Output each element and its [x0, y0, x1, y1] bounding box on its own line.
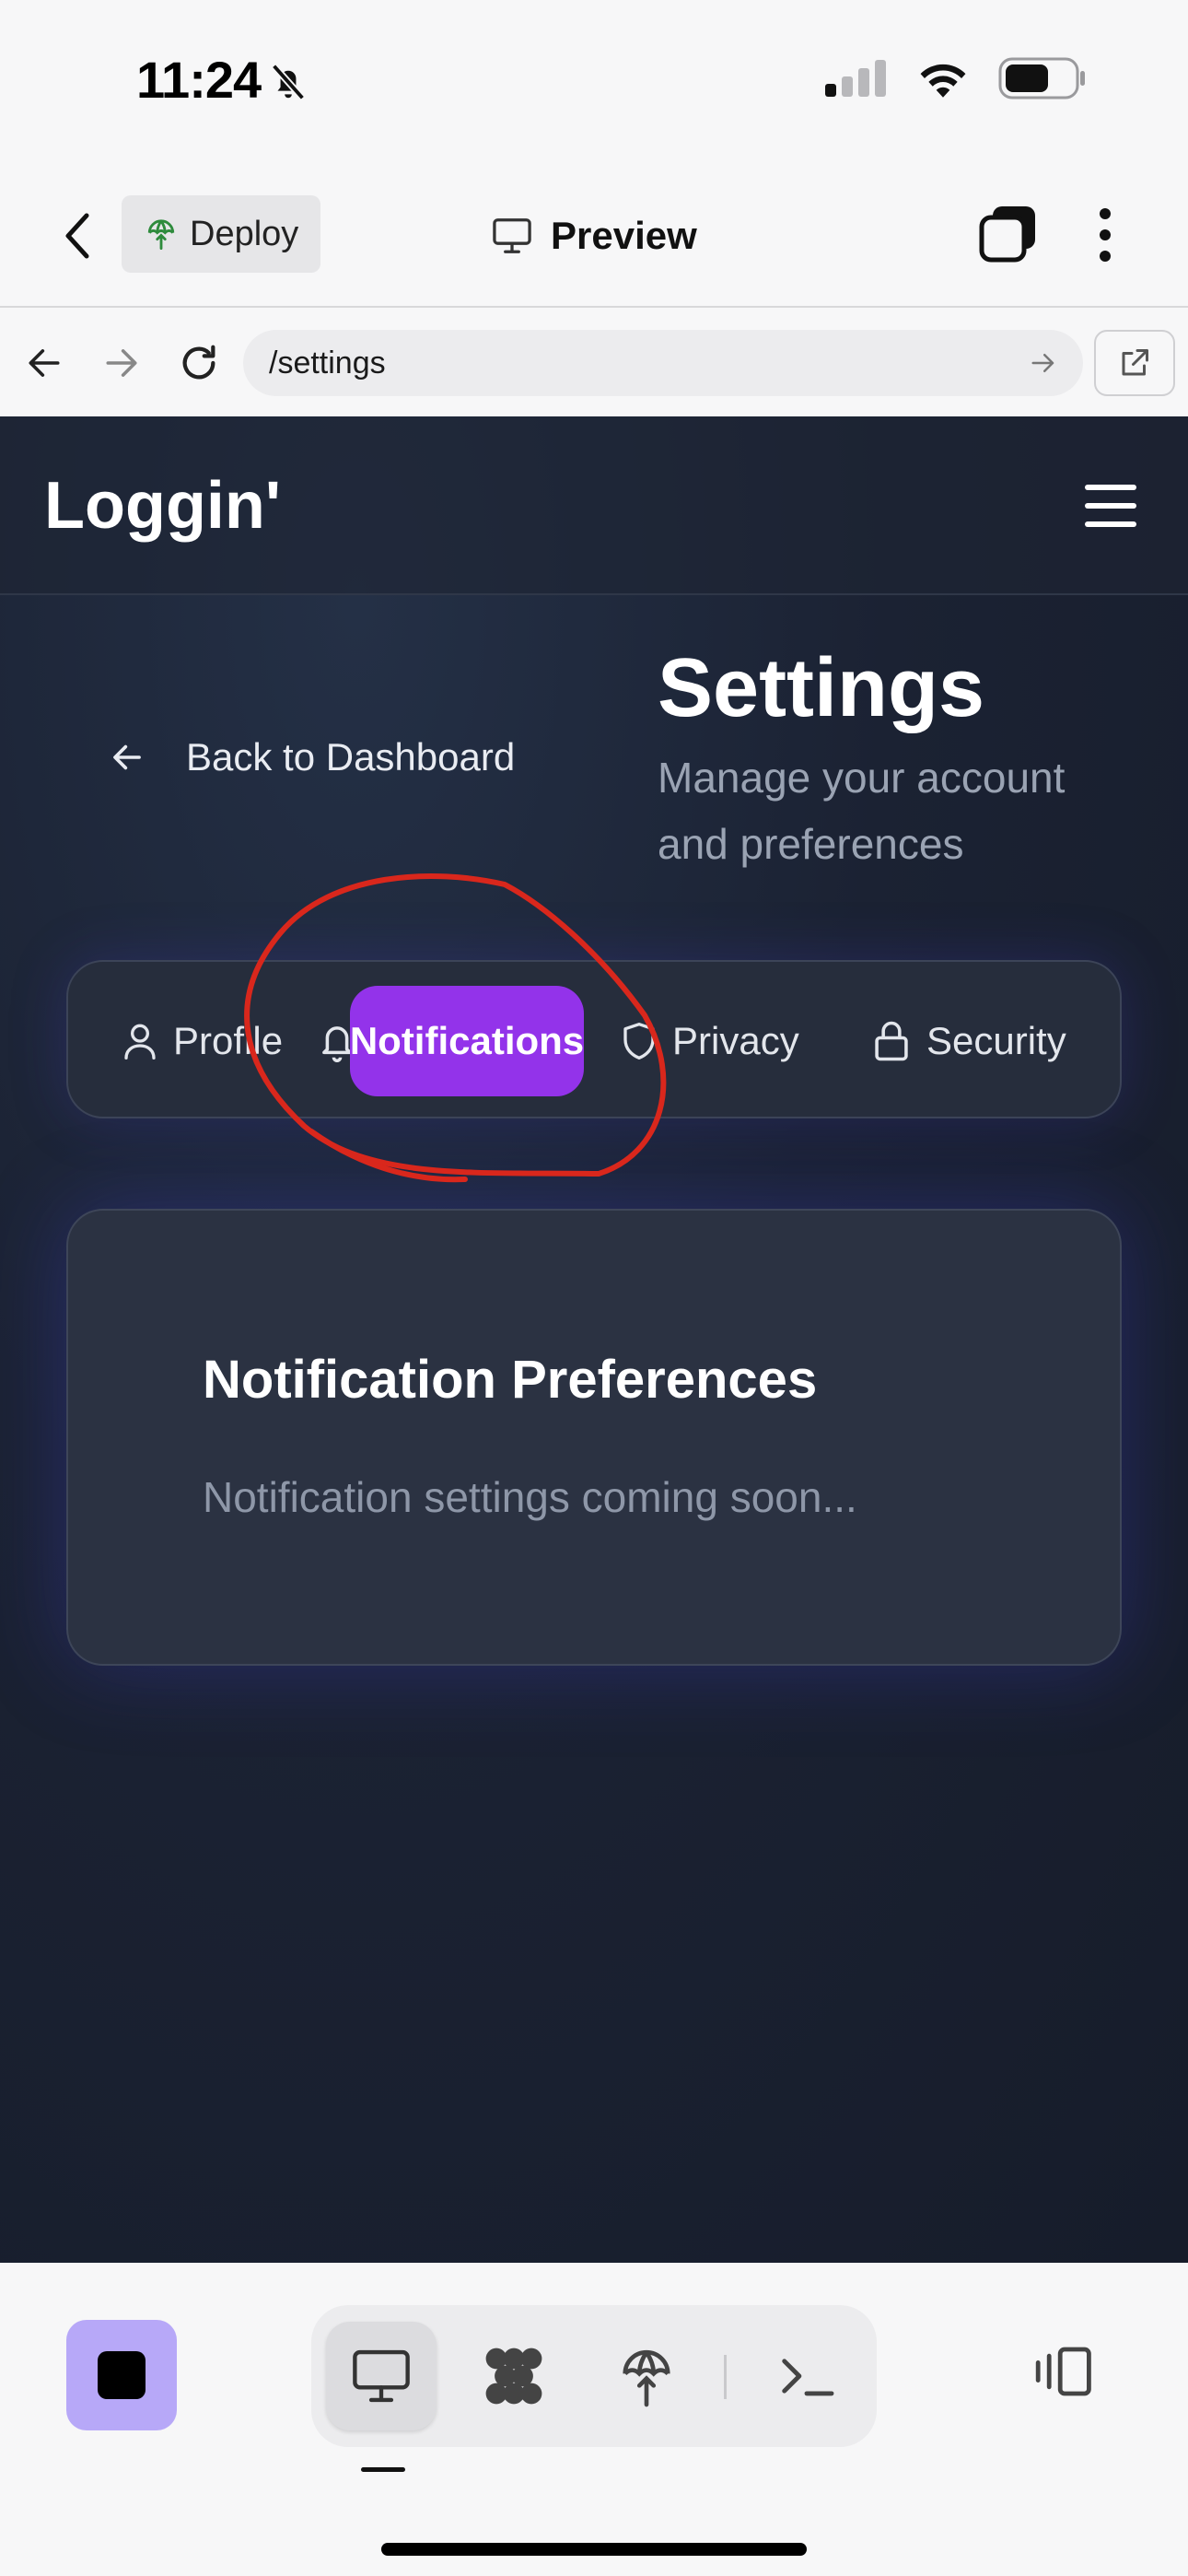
- browser-forward-button[interactable]: [94, 335, 149, 391]
- deploy-icon: [623, 2349, 670, 2407]
- arrow-right-icon: [106, 349, 137, 377]
- chevron-left-icon: [65, 213, 89, 259]
- preview-title: Preview: [492, 206, 697, 265]
- terminal-icon: [782, 2359, 834, 2396]
- tab-label: Profile: [173, 1019, 284, 1062]
- reload-button[interactable]: [171, 335, 227, 391]
- stop-button[interactable]: [66, 2320, 177, 2430]
- panel-toggle-button[interactable]: [1028, 2335, 1101, 2408]
- battery-icon: [998, 57, 1085, 100]
- settings-tab-bar: Profile Notifications Privacy Security: [66, 960, 1122, 1118]
- tab-security[interactable]: Security: [871, 986, 1066, 1096]
- tab-label: Security: [926, 1019, 1066, 1062]
- cellular-signal-icon: [825, 60, 886, 97]
- deploy-label: Deploy: [190, 214, 299, 253]
- arrow-left-icon: [29, 349, 60, 377]
- active-mode-indicator: [361, 2467, 405, 2472]
- user-icon: [124, 1024, 156, 1060]
- tabs-icon[interactable]: [976, 203, 1041, 267]
- home-indicator: [381, 2543, 807, 2556]
- open-external-button[interactable]: [1094, 330, 1175, 396]
- panel-toggle-icon: [1035, 2347, 1091, 2396]
- tab-notifications[interactable]: Notifications: [350, 986, 584, 1096]
- web-page: Loggin' Back to Dashboard Settings Manag…: [0, 416, 1188, 2263]
- deploy-mode-button[interactable]: [591, 2322, 702, 2430]
- app-header: Deploy Preview: [0, 166, 1188, 306]
- url-field[interactable]: /settings: [243, 330, 1083, 396]
- tab-privacy[interactable]: Privacy: [621, 986, 799, 1096]
- status-time: 11:24: [136, 51, 262, 109]
- workflow-mode-button[interactable]: [459, 2322, 569, 2430]
- browser-bar: /settings: [0, 306, 1188, 416]
- notification-preferences-card: Notification Preferences Notification se…: [66, 1209, 1122, 1666]
- external-link-icon: [1122, 349, 1148, 376]
- deploy-icon: [147, 219, 175, 251]
- more-options-icon[interactable]: [1087, 203, 1124, 267]
- back-label: Back to Dashboard: [186, 735, 516, 779]
- back-to-dashboard-link[interactable]: Back to Dashboard: [109, 730, 515, 785]
- card-title: Notification Preferences: [203, 1350, 818, 1410]
- page-title: Settings: [658, 642, 985, 734]
- tab-profile[interactable]: Profile: [122, 986, 283, 1096]
- lock-icon: [875, 1021, 908, 1061]
- workflow-icon: [485, 2348, 542, 2405]
- go-arrow-icon[interactable]: [1030, 350, 1057, 376]
- tab-label: Privacy: [672, 1019, 799, 1062]
- wifi-icon: [920, 64, 966, 98]
- bottom-toolbar: [0, 2263, 1188, 2576]
- reload-icon: [182, 345, 215, 380]
- site-logo[interactable]: Loggin': [44, 468, 281, 544]
- url-text: /settings: [269, 345, 386, 381]
- status-bar: 11:24: [0, 0, 1188, 166]
- arrow-left-icon: [113, 744, 141, 770]
- terminal-mode-button[interactable]: [751, 2322, 862, 2430]
- mode-separator: [724, 2355, 727, 2399]
- preview-label: Preview: [551, 214, 697, 257]
- browser-back-button[interactable]: [17, 335, 72, 391]
- bell-slash-icon: [271, 64, 306, 100]
- shield-icon: [623, 1022, 655, 1060]
- site-header: Loggin': [0, 416, 1188, 595]
- monitor-icon: [493, 218, 531, 253]
- stop-icon: [98, 2351, 146, 2399]
- mode-switcher: [311, 2305, 877, 2447]
- tab-label: Notifications: [349, 1019, 585, 1062]
- deploy-button[interactable]: Deploy: [122, 195, 320, 273]
- page-subtitle: Manage your account and preferences: [658, 754, 1066, 868]
- card-text: Notification settings coming soon...: [203, 1473, 857, 1521]
- menu-icon[interactable]: [1085, 485, 1136, 527]
- desktop-icon: [353, 2349, 410, 2403]
- desktop-mode-button[interactable]: [326, 2322, 437, 2430]
- back-button[interactable]: [57, 206, 98, 265]
